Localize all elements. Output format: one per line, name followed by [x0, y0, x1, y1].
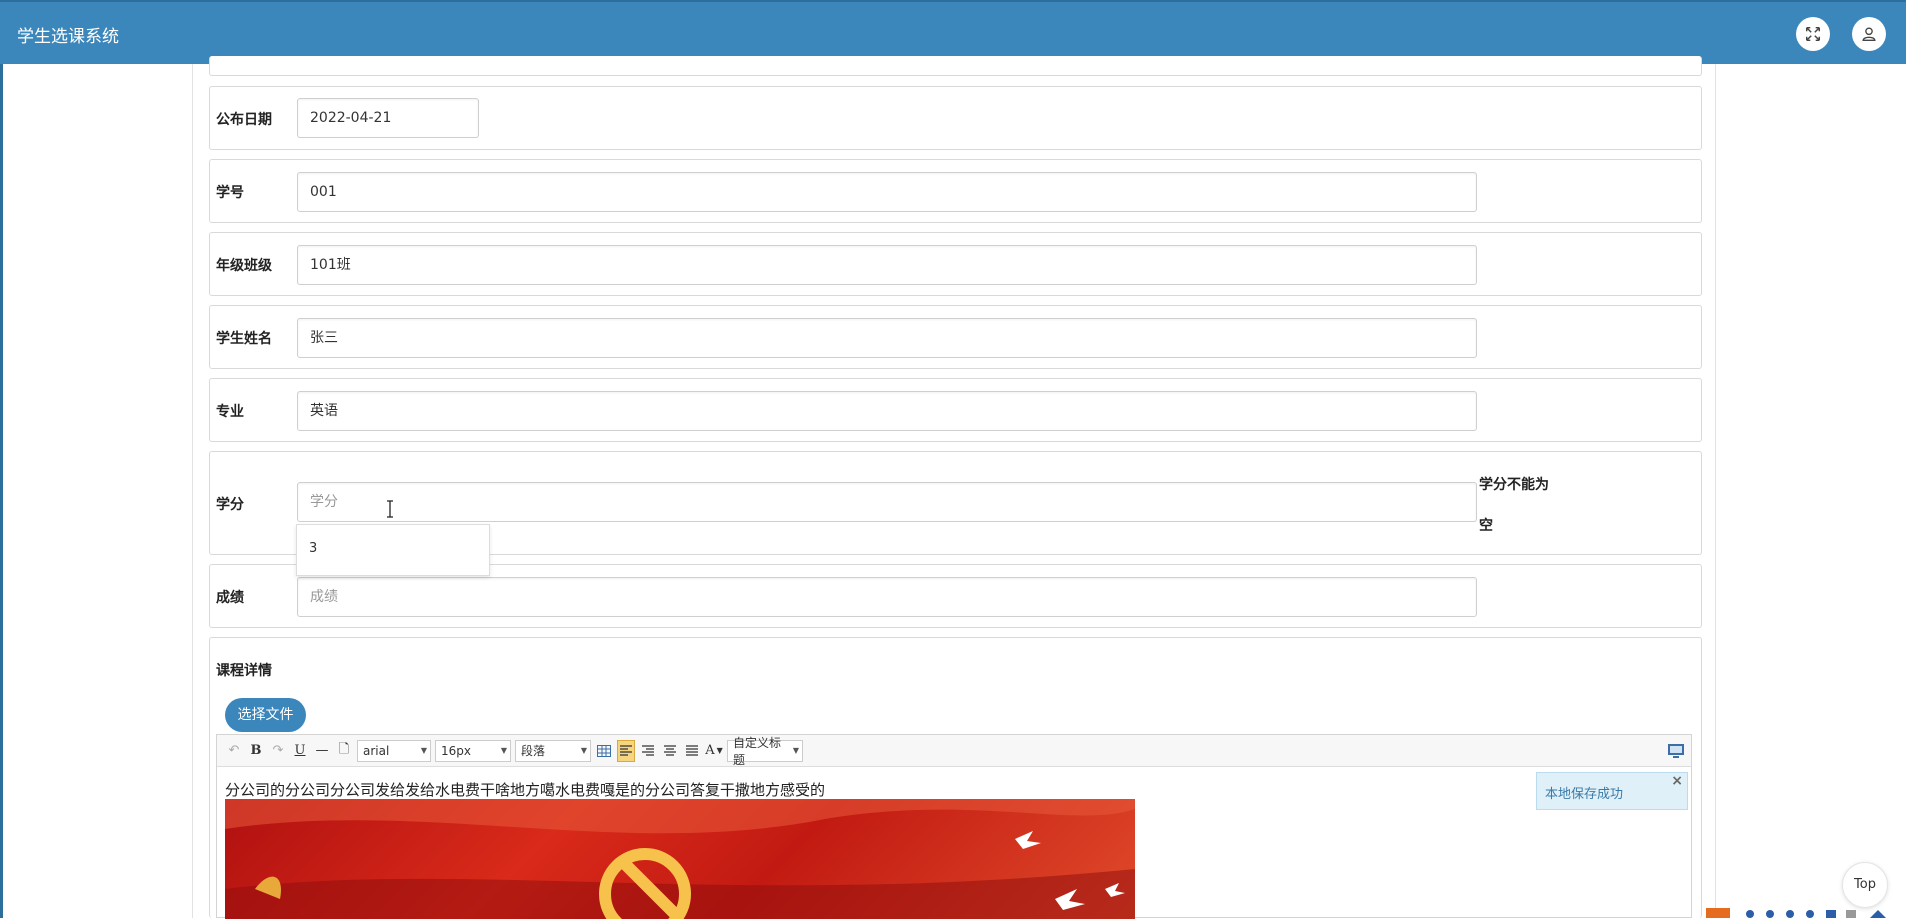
table-icon[interactable] — [595, 740, 613, 762]
paragraph-value: 段落 — [521, 744, 546, 758]
editor-content-text[interactable]: 分公司的分公司分公司发给发给水电费干啥地方噶水电费嘎是的分公司答复干撒地方感受的 — [225, 779, 825, 800]
align-right-icon[interactable] — [639, 740, 657, 762]
form-row-student-name: 学生姓名 张三 — [209, 305, 1702, 369]
credit-error-line1: 学分不能为 — [1479, 477, 1549, 493]
class-input[interactable]: 101班 — [297, 245, 1477, 285]
user-button[interactable] — [1852, 17, 1886, 51]
form-row-major: 专业 英语 — [209, 378, 1702, 442]
credit-autocomplete-item[interactable]: 3 — [296, 524, 490, 576]
course-detail-label: 课程详情 — [216, 663, 272, 679]
student-name-label: 学生姓名 — [216, 331, 272, 347]
editor-toolbar: ↶ B ↷ U — 🗋 arial ▼ 16px ▼ 段落 ▼ A ▼ 自定义标… — [217, 735, 1691, 767]
score-input[interactable]: 成绩 — [297, 577, 1477, 617]
editor-content-image[interactable] — [225, 799, 1135, 919]
underline-icon[interactable]: U — [291, 740, 309, 762]
expand-icon — [1805, 26, 1821, 42]
clear-doc-icon[interactable]: 🗋 — [335, 740, 353, 762]
align-justify-icon[interactable] — [683, 740, 701, 762]
form-row-publish-date: 公布日期 2022-04-21 — [209, 86, 1702, 150]
paragraph-select[interactable]: 段落 ▼ — [515, 739, 591, 762]
save-toast-message: 本地保存成功 — [1545, 787, 1624, 802]
align-center-icon[interactable] — [661, 740, 679, 762]
dropdown-arrow-icon: ▼ — [500, 746, 507, 755]
student-no-input[interactable]: 001 — [297, 172, 1477, 212]
form-row-student-no: 学号 001 — [209, 159, 1702, 223]
credit-input[interactable]: 学分 — [297, 482, 1477, 522]
student-no-label: 学号 — [216, 185, 244, 201]
score-label: 成绩 — [216, 590, 244, 606]
form-row-class: 年级班级 101班 — [209, 232, 1702, 296]
align-left-icon[interactable] — [617, 739, 635, 762]
fullscreen-editor-icon[interactable] — [1667, 741, 1685, 759]
credit-label: 学分 — [216, 497, 244, 513]
dropdown-arrow-icon: ▼ — [792, 746, 799, 755]
publish-date-input[interactable]: 2022-04-21 — [297, 98, 479, 138]
top-bar: 学生选课系统 — [0, 0, 1906, 64]
dropdown-arrow-icon: ▼ — [420, 746, 427, 755]
close-icon[interactable]: × — [1671, 773, 1683, 789]
custom-title-select[interactable]: 自定义标题 ▼ — [727, 736, 803, 767]
user-icon — [1862, 27, 1876, 41]
undo-icon[interactable]: ↶ — [225, 740, 243, 762]
form-row-hidden — [209, 56, 1702, 76]
horizontal-rule-icon[interactable]: — — [313, 740, 331, 762]
font-size-select[interactable]: 16px ▼ — [435, 739, 511, 762]
major-input[interactable]: 英语 — [297, 391, 1477, 431]
class-label: 年级班级 — [216, 258, 272, 274]
rich-text-editor: ↶ B ↷ U — 🗋 arial ▼ 16px ▼ 段落 ▼ A ▼ 自定义标… — [216, 734, 1692, 919]
save-toast: 本地保存成功 × — [1536, 772, 1688, 810]
font-family-select[interactable]: arial ▼ — [357, 739, 431, 762]
dropdown-arrow-icon: ▼ — [580, 746, 587, 755]
redo-icon[interactable]: ↷ — [269, 740, 287, 762]
font-color-icon[interactable]: A ▼ — [705, 740, 723, 762]
custom-title-value: 自定义标题 — [733, 735, 782, 767]
app-title: 学生选课系统 — [17, 27, 119, 47]
font-family-value: arial — [363, 743, 390, 758]
party-emblem-icon — [225, 799, 1135, 919]
font-size-value: 16px — [441, 743, 471, 758]
bold-icon[interactable]: B — [247, 740, 265, 762]
credit-error-line2: 空 — [1479, 518, 1493, 534]
text-cursor-icon — [387, 500, 393, 518]
student-name-input[interactable]: 张三 — [297, 318, 1477, 358]
tray-icons — [1706, 908, 1886, 918]
fullscreen-button[interactable] — [1796, 17, 1830, 51]
choose-file-button[interactable]: 选择文件 — [225, 698, 306, 732]
publish-date-label: 公布日期 — [216, 112, 272, 128]
sidebar-edge — [0, 64, 3, 918]
major-label: 专业 — [216, 404, 244, 420]
